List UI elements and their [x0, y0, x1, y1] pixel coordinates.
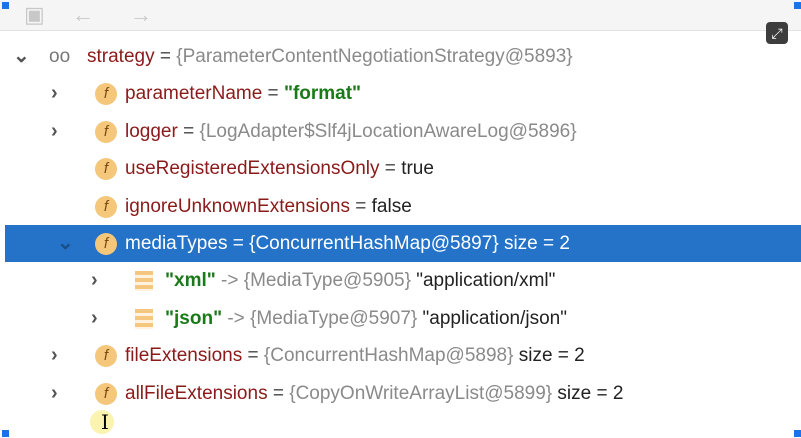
map-entry-icon — [135, 309, 153, 329]
equals: = — [349, 196, 372, 217]
arrow: -> — [222, 308, 251, 329]
selection-handle — [794, 2, 801, 9]
var-name: fileExtensions — [125, 345, 243, 366]
var-value: "format" — [283, 83, 362, 104]
arrow: -> — [215, 270, 244, 291]
var-value: {ConcurrentHashMap@5898} — [263, 345, 514, 366]
watch-glasses-icon: oo — [49, 46, 71, 67]
equals: = — [177, 121, 200, 142]
equals: = — [262, 83, 284, 104]
var-value: true — [401, 158, 434, 179]
chevron-right-icon[interactable]: › — [51, 75, 58, 112]
field-icon: f — [95, 121, 117, 143]
variable-row-strategy[interactable]: ⌄ oo strategy = {ParameterContentNegotia… — [5, 38, 801, 75]
variable-row-fileExtensions[interactable]: › f fileExtensions = {ConcurrentHashMap@… — [5, 337, 801, 374]
forward-arrow-icon[interactable]: → — [130, 2, 152, 28]
var-value: {CopyOnWriteArrayList@5899} — [289, 383, 553, 404]
field-icon: f — [95, 196, 117, 218]
variable-row-parameterName[interactable]: › f parameterName = "format" — [5, 75, 801, 112]
debugger-toolbar: ▣ ← → — [0, 0, 801, 31]
size-label: size = 2 — [513, 345, 585, 366]
var-name: parameterName — [125, 83, 263, 104]
equals: = — [379, 158, 402, 179]
field-icon: f — [95, 83, 117, 105]
var-value: {ParameterContentNegotiationStrategy@589… — [176, 46, 573, 67]
var-value: {ConcurrentHashMap@5897} — [249, 233, 499, 254]
chevron-down-icon[interactable]: ⌄ — [57, 225, 74, 262]
variable-row-logger[interactable]: › f logger = {LogAdapter$Slf4jLocationAw… — [5, 113, 801, 150]
text-cursor-icon: I — [101, 410, 109, 434]
equals: = — [154, 46, 177, 67]
chevron-right-icon[interactable]: › — [51, 337, 58, 374]
restore-layout-icon[interactable]: ▣ — [24, 2, 45, 28]
field-icon: f — [95, 158, 117, 180]
var-name: useRegisteredExtensionsOnly — [125, 158, 380, 179]
variable-row-allFileExtensions[interactable]: › f allFileExtensions = {CopyOnWriteArra… — [5, 375, 801, 412]
selection-handle — [794, 430, 801, 437]
variable-row-mediaTypes[interactable]: ⌄ f mediaTypes = {ConcurrentHashMap@5897… — [5, 225, 801, 262]
entry-key: "json" — [165, 308, 223, 329]
entry-key: "xml" — [165, 270, 216, 291]
equals: = — [267, 383, 290, 404]
chevron-down-icon[interactable]: ⌄ — [13, 38, 30, 75]
selection-handle — [2, 2, 9, 9]
entry-string: "application/xml" — [410, 270, 556, 291]
chevron-right-icon[interactable]: › — [51, 113, 58, 150]
map-entry-icon — [135, 271, 153, 291]
variable-row-useRegisteredExtensionsOnly[interactable]: f useRegisteredExtensionsOnly = true — [5, 150, 801, 187]
field-icon: f — [95, 233, 117, 255]
chevron-right-icon[interactable]: › — [91, 262, 98, 299]
var-value: {LogAdapter$Slf4jLocationAwareLog@5896} — [199, 121, 577, 142]
equals: = — [242, 345, 264, 366]
map-entry-json[interactable]: › "json" -> {MediaType@5907} "applicatio… — [5, 300, 801, 337]
variable-row-ignoreUnknownExtensions[interactable]: f ignoreUnknownExtensions = false — [5, 188, 801, 225]
map-entry-xml[interactable]: › "xml" -> {MediaType@5905} "application… — [5, 262, 801, 299]
entry-value: {MediaType@5905} — [243, 270, 411, 291]
back-arrow-icon[interactable]: ← — [72, 2, 94, 28]
equals: = — [227, 233, 250, 254]
var-name: mediaTypes — [125, 233, 228, 254]
selection-handle — [2, 430, 9, 437]
size-label: size = 2 — [498, 233, 570, 254]
var-name: strategy — [87, 46, 155, 67]
entry-value: {MediaType@5907} — [250, 308, 418, 329]
chevron-right-icon[interactable]: › — [91, 300, 98, 337]
var-name: ignoreUnknownExtensions — [125, 196, 350, 217]
size-label: size = 2 — [552, 383, 624, 404]
field-icon: f — [95, 383, 117, 405]
var-name: allFileExtensions — [125, 383, 268, 404]
field-icon: f — [95, 345, 117, 367]
var-value: false — [371, 196, 412, 217]
entry-string: "application/json" — [417, 308, 567, 329]
var-name: logger — [125, 121, 178, 142]
chevron-right-icon[interactable]: › — [51, 375, 58, 412]
